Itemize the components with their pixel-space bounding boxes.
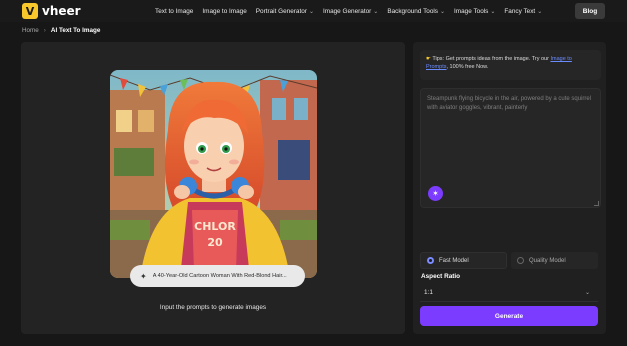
aspect-ratio-value: 1:1 — [424, 289, 433, 296]
chevron-down-icon: ⌄ — [490, 8, 496, 15]
nav-item-label: Fancy Text — [504, 7, 536, 15]
lightbulb-icon: ☛ — [426, 56, 431, 62]
prompt-placeholder: Steampunk flying bicycle in the air, pow… — [427, 96, 592, 111]
nav-item-background-tools[interactable]: Background Tools ⌄ — [387, 8, 445, 15]
shirt-text: CHLOR — [194, 220, 236, 233]
chevron-right-icon: › — [43, 27, 46, 34]
sample-image: CHLOR 20 — [110, 70, 317, 278]
logo-icon: V — [22, 3, 38, 19]
nav-item-image-generator[interactable]: Image Generator ⌄ — [323, 8, 378, 15]
fast-model-label: Fast Model — [439, 257, 469, 264]
breadcrumb: Home › AI Text To Image — [22, 27, 100, 34]
sparkle-icon: ✶ — [432, 189, 439, 198]
nav-item-image-tools[interactable]: Image Tools ⌄ — [454, 8, 495, 15]
nav-item-text-to-image[interactable]: Text to Image — [155, 8, 193, 15]
nav-item-label: Image Generator — [322, 7, 372, 15]
prompt-chip[interactable]: ✦ A 40-Year-Old Cartoon Woman With Red-B… — [130, 265, 305, 287]
quality-model-radio[interactable] — [517, 257, 524, 264]
aspect-ratio-label: Aspect Ratio — [421, 273, 461, 280]
fast-model-radio[interactable] — [427, 257, 434, 264]
nav-item-image-to-image[interactable]: Image to Image — [202, 8, 246, 15]
brand-name: vheer — [42, 4, 81, 18]
top-nav: V vheer Text to Image Image to Image Por… — [0, 0, 627, 22]
prompt-textarea[interactable]: Steampunk flying bicycle in the air, pow… — [420, 88, 601, 208]
app-root: V vheer Text to Image Image to Image Por… — [0, 0, 627, 346]
nav-menu: Text to Image Image to Image Portrait Ge… — [155, 0, 551, 22]
brand-logo[interactable]: V vheer — [22, 3, 81, 19]
nav-item-label: Image Tools — [454, 7, 489, 15]
generate-button[interactable]: Generate — [420, 306, 598, 326]
preview-caption: Input the prompts to generate images — [159, 304, 267, 311]
breadcrumb-current: AI Text To Image — [50, 27, 101, 34]
tips-suffix: , 100% free Now. — [446, 64, 489, 70]
nav-item-label: Image to Image — [202, 7, 247, 15]
quality-model-label: Quality Model — [529, 257, 566, 264]
nav-item-fancy-text[interactable]: Fancy Text ⌄ — [504, 8, 542, 15]
tips-text: Tips: Get prompts ideas from the image. … — [432, 56, 549, 62]
prompt-chip-text: A 40-Year-Old Cartoon Woman With Red-Blo… — [152, 273, 287, 279]
chevron-down-icon: ⌄ — [537, 8, 543, 15]
resize-handle[interactable] — [594, 201, 599, 206]
nav-item-portrait-generator[interactable]: Portrait Generator ⌄ — [256, 8, 314, 15]
chevron-down-icon: ⌄ — [584, 290, 590, 296]
nav-item-label: Text to Image — [155, 7, 194, 15]
sparkle-icon: ✦ — [140, 271, 147, 281]
blog-button[interactable]: Blog — [575, 3, 605, 19]
cartoon-woman-illustration: CHLOR 20 — [110, 70, 317, 278]
breadcrumb-home[interactable]: Home — [22, 27, 39, 34]
nav-item-label: Background Tools — [387, 7, 438, 15]
shirt-number: 20 — [207, 236, 223, 249]
fast-model-option[interactable]: Fast Model — [420, 252, 507, 269]
tips-box: ☛ Tips: Get prompts ideas from the image… — [420, 50, 601, 80]
quality-model-option[interactable]: Quality Model — [511, 252, 598, 269]
chevron-down-icon: ⌄ — [308, 8, 314, 15]
aspect-ratio-select[interactable]: 1:1 ⌄ — [420, 284, 598, 302]
nav-item-label: Portrait Generator — [255, 7, 307, 15]
chevron-down-icon: ⌄ — [440, 8, 446, 15]
magic-wand-button[interactable]: ✶ — [428, 186, 443, 201]
chevron-down-icon: ⌄ — [373, 8, 379, 15]
